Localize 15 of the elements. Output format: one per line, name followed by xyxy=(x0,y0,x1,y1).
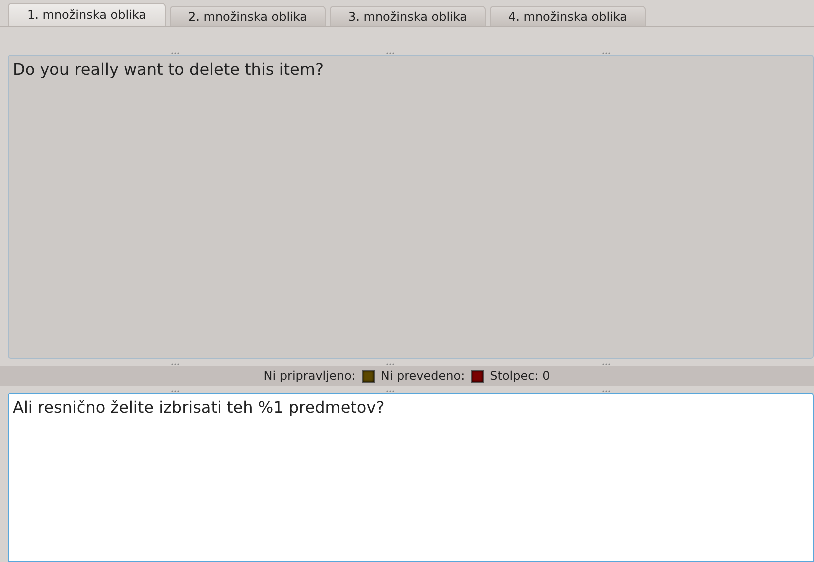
status-label: Ni pripravljeno: xyxy=(264,369,356,383)
splitter-handle-icon xyxy=(602,52,611,55)
status-label: Ni prevedeno: xyxy=(380,369,466,383)
splitter-handle-icon xyxy=(171,390,180,393)
tab[interactable]: 1. množinska oblika xyxy=(8,3,166,26)
splitter-handle-icon xyxy=(602,390,611,393)
source-text-panel: Do you really want to delete this item? xyxy=(8,55,814,359)
splitter-handle-icon xyxy=(386,390,396,393)
translation-field[interactable]: Ali resnično želite izbrisati teh %1 predmetov? xyxy=(8,393,814,562)
tab[interactable]: 4. množinska oblika xyxy=(490,6,646,26)
splitter-handle-icon xyxy=(386,52,396,55)
status-label: Stolpec: 0 xyxy=(490,369,550,383)
tab[interactable]: 2. množinska oblika xyxy=(170,6,326,26)
splitter-handle-icon xyxy=(171,52,180,55)
tab[interactable]: 3. množinska oblika xyxy=(330,6,486,26)
